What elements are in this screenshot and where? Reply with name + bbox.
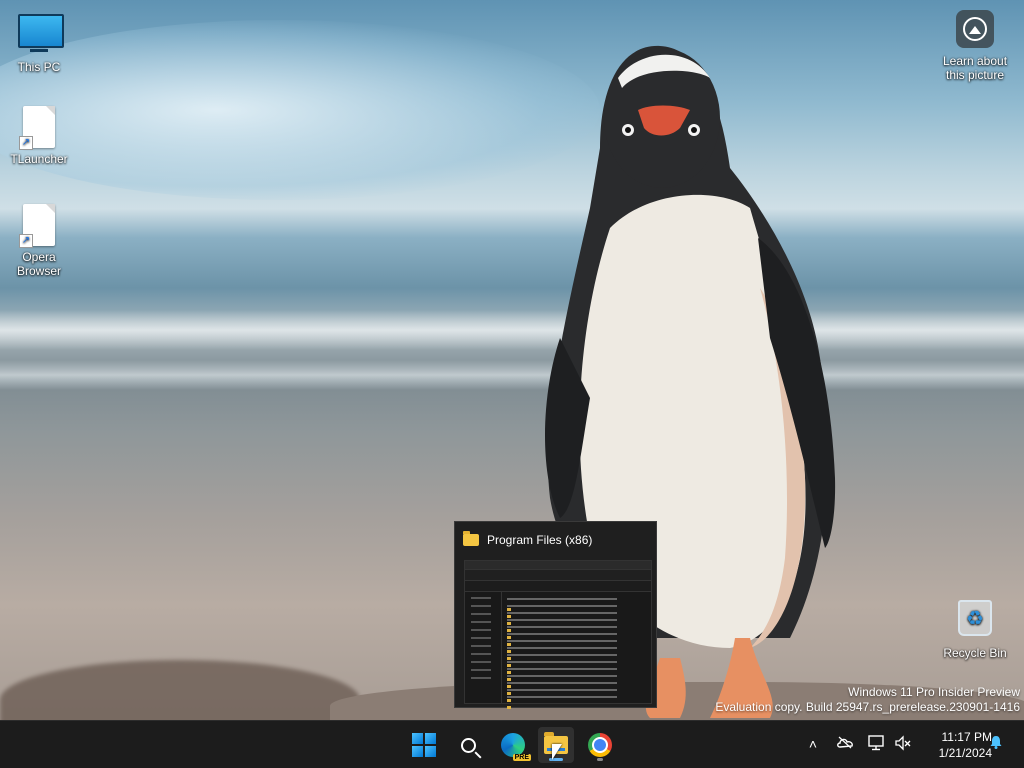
watermark-line: Evaluation copy. Build 25947.rs_prerelea… xyxy=(715,700,1020,714)
wallpaper-iceberg xyxy=(0,20,600,200)
desktop-icon-label: TLauncher xyxy=(10,152,68,166)
desktop-icon-tlauncher[interactable]: ↗ TLauncher xyxy=(0,106,78,166)
onedrive-icon[interactable] xyxy=(835,735,855,753)
file-shortcut-icon: ↗ xyxy=(18,106,60,150)
system-clock[interactable]: 11:17 PM 1/21/2024 xyxy=(918,729,992,761)
chevron-up-icon[interactable]: ˄ xyxy=(803,735,823,753)
desktop-icon-recycle-bin[interactable]: ♻ Recycle Bin xyxy=(936,600,1014,660)
taskbar: PRE ˄ 11:17 PM 1/21/2024 xyxy=(0,720,1024,768)
network-icon[interactable] xyxy=(867,735,887,755)
explorer-thumbnail-preview[interactable]: Program Files (x86) xyxy=(454,521,657,708)
start-button[interactable] xyxy=(406,727,442,763)
desktop-icon-this-pc[interactable]: This PC xyxy=(0,10,78,74)
desktop-icon-label: Recycle Bin xyxy=(943,646,1007,660)
preview-title: Program Files (x86) xyxy=(487,533,593,547)
this-pc-icon xyxy=(18,14,64,56)
desktop-icon-label: Learn about this picture xyxy=(942,54,1008,82)
clock-date: 1/21/2024 xyxy=(938,746,992,760)
preview-header: Program Files (x86) xyxy=(455,522,656,558)
folder-icon xyxy=(463,531,479,546)
file-shortcut-icon: ↗ xyxy=(18,204,60,248)
recycle-bin-icon: ♻ xyxy=(954,600,996,642)
search-icon xyxy=(460,737,476,753)
watermark-line: Windows 11 Pro Insider Preview xyxy=(848,685,1020,699)
desktop-icon-label: Opera Browser xyxy=(16,250,61,278)
notification-bell-icon[interactable] xyxy=(989,735,1003,749)
wallpaper-wave xyxy=(0,310,1024,350)
desktop-icon-opera-browser[interactable]: ↗ Opera Browser xyxy=(0,204,78,278)
clock-time: 11:17 PM xyxy=(941,730,992,744)
mouse-cursor-icon xyxy=(552,744,562,760)
desktop-icon-learn-about-picture[interactable]: Learn about this picture xyxy=(935,10,1015,82)
taskbar-app-edge[interactable]: PRE xyxy=(495,727,531,763)
explorer-window-thumbnail xyxy=(464,560,652,704)
windows-logo-icon xyxy=(412,733,436,757)
volume-muted-icon[interactable] xyxy=(893,735,913,755)
learn-picture-icon xyxy=(956,10,994,48)
chrome-icon xyxy=(588,733,612,757)
edge-badge: PRE xyxy=(512,754,531,761)
taskbar-app-chrome[interactable] xyxy=(582,727,618,763)
wallpaper-rock xyxy=(0,660,360,720)
windows-watermark: Windows 11 Pro Insider Preview Evaluatio… xyxy=(715,685,1020,715)
edge-icon: PRE xyxy=(501,733,531,761)
running-indicator xyxy=(597,758,603,761)
search-button[interactable] xyxy=(450,727,486,763)
desktop-icon-label: This PC xyxy=(17,60,61,74)
wallpaper-wave xyxy=(0,360,1024,390)
